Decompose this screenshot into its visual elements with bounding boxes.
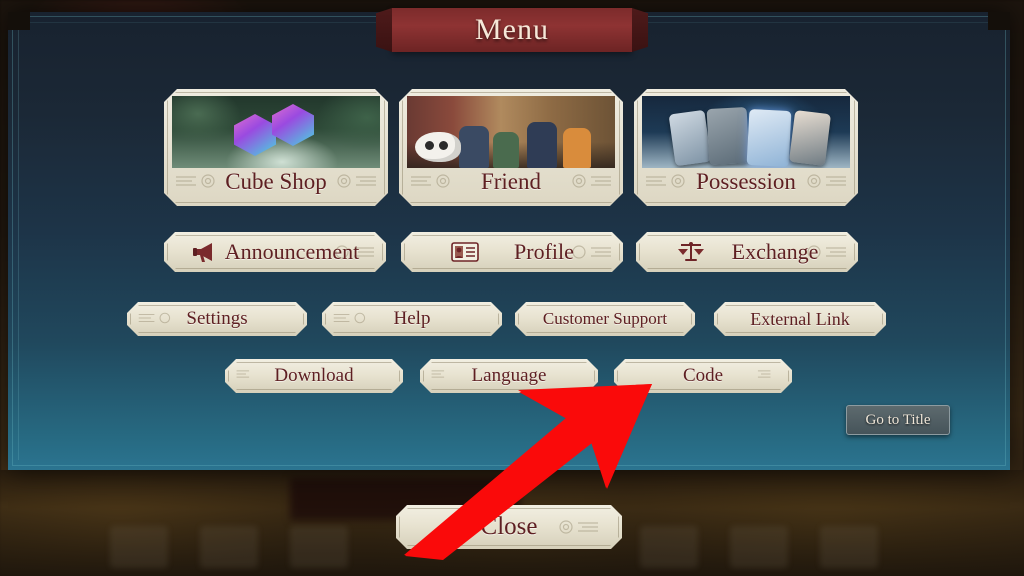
go-to-title-label: Go to Title — [865, 411, 931, 428]
card-button-friend[interactable]: Friend — [399, 89, 623, 206]
menu-label-profile: Profile — [514, 239, 574, 264]
go-to-title-button[interactable]: Go to Title — [846, 405, 950, 435]
menu-title-ribbon: Menu — [392, 8, 632, 52]
menu-button-code[interactable]: Code — [614, 359, 792, 393]
card-caption: Friend — [399, 162, 623, 202]
menu-button-external-link[interactable]: External Link — [714, 302, 886, 336]
item-pouch-highlighted — [747, 109, 792, 167]
card-label-possession: Possession — [696, 169, 796, 194]
menu-label-customer-support: Customer Support — [542, 309, 668, 328]
panel-corner-notch-left — [8, 12, 30, 30]
menu-label-language: Language — [471, 365, 547, 386]
ornament-left — [137, 308, 183, 330]
menu-label-exchange: Exchange — [731, 239, 819, 264]
menu-label-help: Help — [393, 308, 431, 329]
item-pouch — [707, 107, 750, 165]
menu-button-exchange[interactable]: Exchange — [636, 232, 858, 272]
background-tile — [200, 526, 258, 568]
ornament-left — [430, 365, 476, 387]
item-pouch — [669, 110, 712, 167]
card-button-possession[interactable]: Possession — [634, 89, 858, 206]
page-title: Menu — [475, 13, 549, 46]
panel-corner-notch-right — [988, 12, 1010, 30]
menu-button-download[interactable]: Download — [225, 359, 403, 393]
card-button-cube-shop[interactable]: Cube Shop — [164, 89, 388, 206]
background-tile — [290, 526, 348, 568]
ornament-right — [736, 365, 782, 387]
button-inner-border — [404, 235, 620, 269]
background-tile — [640, 526, 698, 568]
menu-button-language[interactable]: Language — [420, 359, 598, 393]
background-tile — [110, 526, 168, 568]
balance-scale-icon — [676, 239, 706, 265]
menu-button-announcement[interactable]: Announcement — [164, 232, 386, 272]
ornament-left — [332, 308, 378, 330]
close-label: Close — [480, 513, 538, 540]
card-caption: Cube Shop — [164, 162, 388, 202]
menu-label-download: Download — [274, 365, 354, 386]
menu-button-customer-support[interactable]: Customer Support — [515, 302, 695, 336]
menu-label-settings: Settings — [186, 308, 248, 329]
card-caption: Possession — [634, 162, 858, 202]
friend-artwork — [407, 96, 615, 168]
menu-label-code: Code — [682, 365, 724, 386]
item-card — [789, 110, 831, 166]
menu-button-settings[interactable]: Settings — [127, 302, 307, 336]
card-label-cube-shop: Cube Shop — [225, 169, 327, 194]
menu-label-announcement: Announcement — [224, 239, 360, 264]
cube-shop-artwork — [172, 96, 380, 168]
ornament-right — [554, 516, 600, 538]
possession-artwork — [642, 96, 850, 168]
megaphone-icon — [191, 239, 221, 265]
close-button[interactable]: Close — [396, 505, 622, 549]
menu-label-external-link: External Link — [750, 308, 850, 329]
background-tile — [820, 526, 878, 568]
card-label-friend: Friend — [480, 169, 542, 194]
panda-figure — [415, 132, 461, 162]
menu-button-help[interactable]: Help — [322, 302, 502, 336]
id-card-icon — [450, 239, 480, 265]
background-tile — [730, 526, 788, 568]
menu-button-profile[interactable]: Profile — [401, 232, 623, 272]
